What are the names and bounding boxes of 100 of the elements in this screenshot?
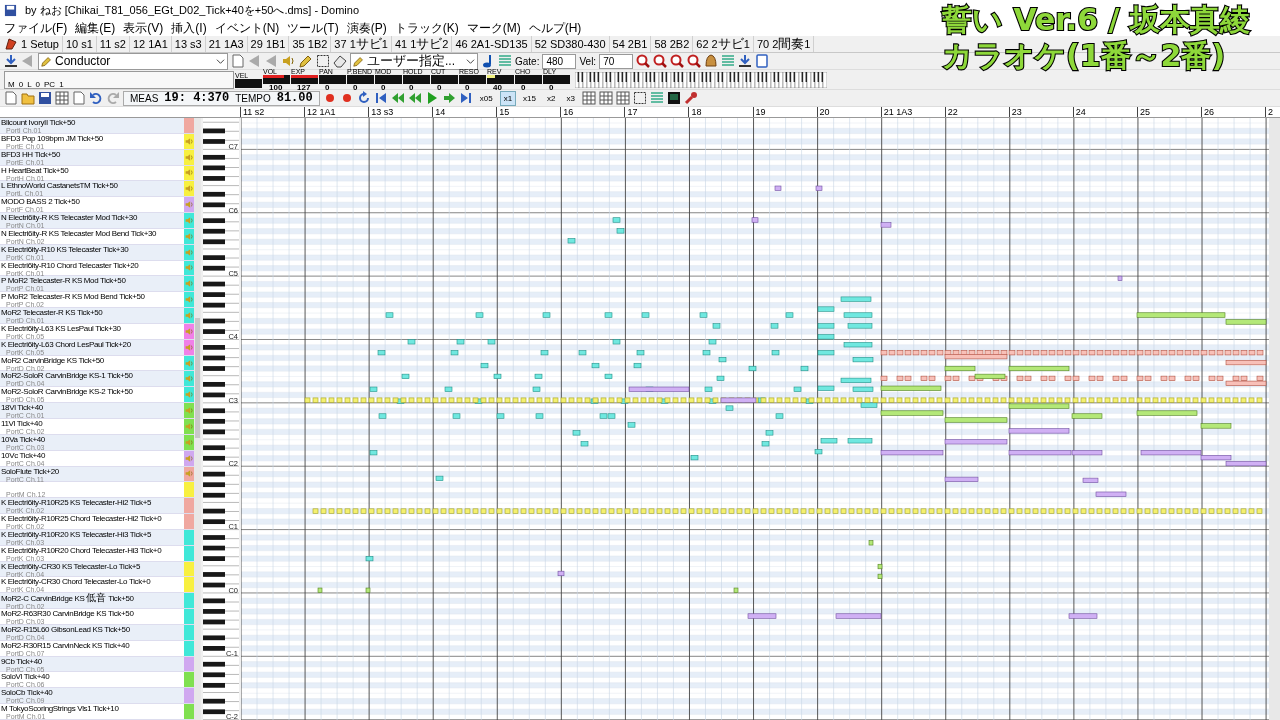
- loop-icon[interactable]: [356, 91, 371, 105]
- marker-tab[interactable]: 10 s1: [62, 36, 97, 52]
- track-name[interactable]: SoloVl Tick+40: [1, 672, 184, 682]
- menu-item[interactable]: 挿入(I): [171, 19, 207, 37]
- speed-button[interactable]: x3: [562, 90, 579, 106]
- marker-tab[interactable]: 46 2A1-SD135: [452, 36, 532, 52]
- status-value: 1: [59, 78, 64, 88]
- track-name[interactable]: 10Va Tick+40: [1, 434, 184, 444]
- marker-tab[interactable]: 52 SD380-430: [531, 36, 610, 52]
- select-icon[interactable]: [632, 91, 647, 105]
- grid-icon[interactable]: [615, 91, 630, 105]
- menu-item[interactable]: マーク(M): [466, 19, 521, 37]
- track-name[interactable]: 11Vl Tick+40: [1, 419, 184, 428]
- marker-tab[interactable]: 1 Setup: [18, 36, 63, 52]
- menu-item[interactable]: イベント(N): [214, 19, 280, 37]
- track-name[interactable]: M TokyoScoringStrings Vls1 Tick+10: [1, 704, 184, 714]
- rewind-icon[interactable]: [373, 91, 388, 105]
- new-file-icon[interactable]: [4, 91, 18, 105]
- document-icon[interactable]: [72, 91, 86, 105]
- marker-tab[interactable]: 12 1A1: [129, 36, 172, 52]
- track-name[interactable]: K Electri6ity-L63 KS LesPaul Tick+30: [1, 323, 184, 333]
- track-name[interactable]: K Electri6ity-R10 KS Telecaster Tick+30: [1, 244, 184, 254]
- track-name[interactable]: K Electri6ity-CR30 Chord Telecaster-Lo Tick+0: [1, 577, 184, 587]
- menu-item[interactable]: ファイル(F): [4, 19, 68, 37]
- monitor-icon[interactable]: [666, 91, 681, 105]
- speed-button[interactable]: x15: [519, 90, 540, 106]
- track-name[interactable]: SoloCb Tick+40: [1, 688, 184, 698]
- save-icon[interactable]: [38, 91, 52, 105]
- track-name[interactable]: MoR2-SoloR CarvinBridge KS-1 Tick+50: [1, 371, 184, 381]
- measure-label: 13 s3: [368, 107, 433, 117]
- menu-item[interactable]: 編集(E): [75, 19, 116, 37]
- undo-icon[interactable]: [89, 91, 103, 105]
- track-name[interactable]: 10Vc Tick+40: [1, 450, 184, 460]
- menu-item[interactable]: 表示(V): [123, 19, 164, 37]
- eraser-icon[interactable]: [333, 54, 347, 68]
- track-name[interactable]: MoR2-R30R15 CarvinNeck KS Tick+40: [1, 640, 184, 650]
- skip-end-icon[interactable]: [458, 91, 473, 105]
- track-name[interactable]: MoR2 CarvinBridge KS Tick+50: [1, 355, 184, 365]
- pencil-icon[interactable]: [299, 54, 313, 68]
- marker-tab[interactable]: 13 s3: [171, 36, 206, 52]
- zoom-in-icon[interactable]: [670, 54, 685, 68]
- track-name[interactable]: MoR2-SoloR CarvinBridge KS-2 Tick+50: [1, 387, 184, 397]
- speaker-icon[interactable]: [282, 54, 296, 68]
- left-triangle-icon[interactable]: [248, 54, 262, 68]
- double-arrow-icon[interactable]: [390, 91, 405, 105]
- track-name[interactable]: K Electri6ity-CR30 KS Telecaster-Lo Tick+5: [1, 561, 184, 571]
- menu-item[interactable]: トラック(K): [394, 19, 459, 37]
- midi-notes-drawing[interactable]: [304, 185, 1267, 619]
- gate-field[interactable]: 480: [542, 53, 577, 69]
- track-name[interactable]: L EthnoWorld CastanetsTM Tick+50: [1, 181, 184, 191]
- menu-item[interactable]: ツール(T): [287, 19, 339, 37]
- track-name[interactable]: 9Cb Tick+40: [1, 656, 184, 666]
- marker-tab[interactable]: 54 2B1: [609, 36, 652, 52]
- track-name[interactable]: K Electri6ity-R10R20 Chord Telecaster-Hi3 Tick+0: [1, 545, 184, 555]
- track-name[interactable]: K Electri6ity-R10 Chord Telecaster Tick+20: [1, 260, 184, 270]
- track-name[interactable]: Bllcount IvoryII Tick+50: [1, 118, 184, 127]
- measure-label: 19: [752, 107, 817, 117]
- marker-tab[interactable]: 29 1B1: [247, 36, 290, 52]
- speed-button[interactable]: x2: [543, 90, 560, 106]
- marker-tab[interactable]: 11 s2: [96, 36, 130, 52]
- download-icon[interactable]: [738, 54, 753, 68]
- marker-tab[interactable]: 70 2間奏1: [753, 36, 815, 52]
- marker-tab[interactable]: 21 1A3: [205, 36, 248, 52]
- book-icon[interactable]: [755, 54, 770, 68]
- track-name[interactable]: MoR2-R15L60 GibsonLead KS Tick+50: [1, 624, 184, 634]
- menu-item[interactable]: ヘルプ(H): [528, 19, 582, 37]
- grid-icon[interactable]: [598, 91, 613, 105]
- selection-icon[interactable]: [316, 54, 330, 68]
- left-triangle-icon[interactable]: [265, 54, 279, 68]
- vel-field[interactable]: 70: [599, 53, 634, 69]
- bell-icon[interactable]: [704, 54, 719, 68]
- track-name[interactable]: MoR2 Telecaster-R KS Tick+50: [1, 308, 184, 318]
- marker-tab[interactable]: 62 2サビ1: [693, 36, 754, 52]
- track-name[interactable]: MoR2-C CarvinBridge KS 低音 Tick+50: [1, 593, 184, 604]
- track-name[interactable]: K Electri6ity-R10R20 KS Telecaster-Hi3 Tick+5: [1, 529, 184, 539]
- marker-tab[interactable]: 58 2B2: [651, 36, 694, 52]
- track-name[interactable]: P MoR2 Telecaster-R KS Mod Bend Tick+50: [1, 292, 184, 302]
- track-name[interactable]: BFD3 Pop 109bpm JM Tick+50: [1, 133, 184, 143]
- wrench-icon[interactable]: [683, 91, 698, 105]
- track-name[interactable]: 18Vl Tick+40: [1, 403, 184, 413]
- track-name[interactable]: SoloFlute Tick+20: [1, 466, 184, 476]
- menu-item[interactable]: 演奏(P): [346, 19, 387, 37]
- track-name[interactable]: H HeartBeat Tick+50: [1, 165, 184, 175]
- marker-tab[interactable]: 37 1サビ1: [331, 36, 392, 52]
- track-name[interactable]: MoR2-R63R30 CarvinBridge KS Tick+50: [1, 609, 184, 619]
- track-name[interactable]: N Electri6ity-R KS Telecaster Mod Bend Tick+30: [1, 228, 184, 238]
- import-icon[interactable]: [4, 54, 18, 68]
- track-name[interactable]: K Electri6ity-L63 Chord LesPaul Tick+20: [1, 339, 184, 349]
- zoom-in-icon[interactable]: [636, 54, 651, 68]
- marker-tab[interactable]: 35 1B2: [289, 36, 332, 52]
- track-name[interactable]: BFD3 HH Tick+50: [1, 149, 184, 159]
- marker-tab[interactable]: 41 1サビ2: [391, 36, 453, 52]
- track-name[interactable]: N Electri6ity-R KS Telecaster Mod Tick+30: [1, 213, 184, 223]
- track-name[interactable]: K Electri6ity-R10R25 KS Telecaster-Hi2 Tick+5: [1, 498, 184, 508]
- pencil-icon: [353, 55, 364, 67]
- track-name[interactable]: P MoR2 Telecaster-R KS Mod Tick+50: [1, 276, 184, 286]
- speed-button[interactable]: x05: [475, 90, 497, 106]
- track-name[interactable]: MODO BASS 2 Tick+50: [1, 197, 184, 207]
- speed-button[interactable]: x1: [499, 90, 517, 106]
- track-name[interactable]: K Electri6ity-R10R25 Chord Telecaster-Hi2 Tick+0: [1, 514, 184, 524]
